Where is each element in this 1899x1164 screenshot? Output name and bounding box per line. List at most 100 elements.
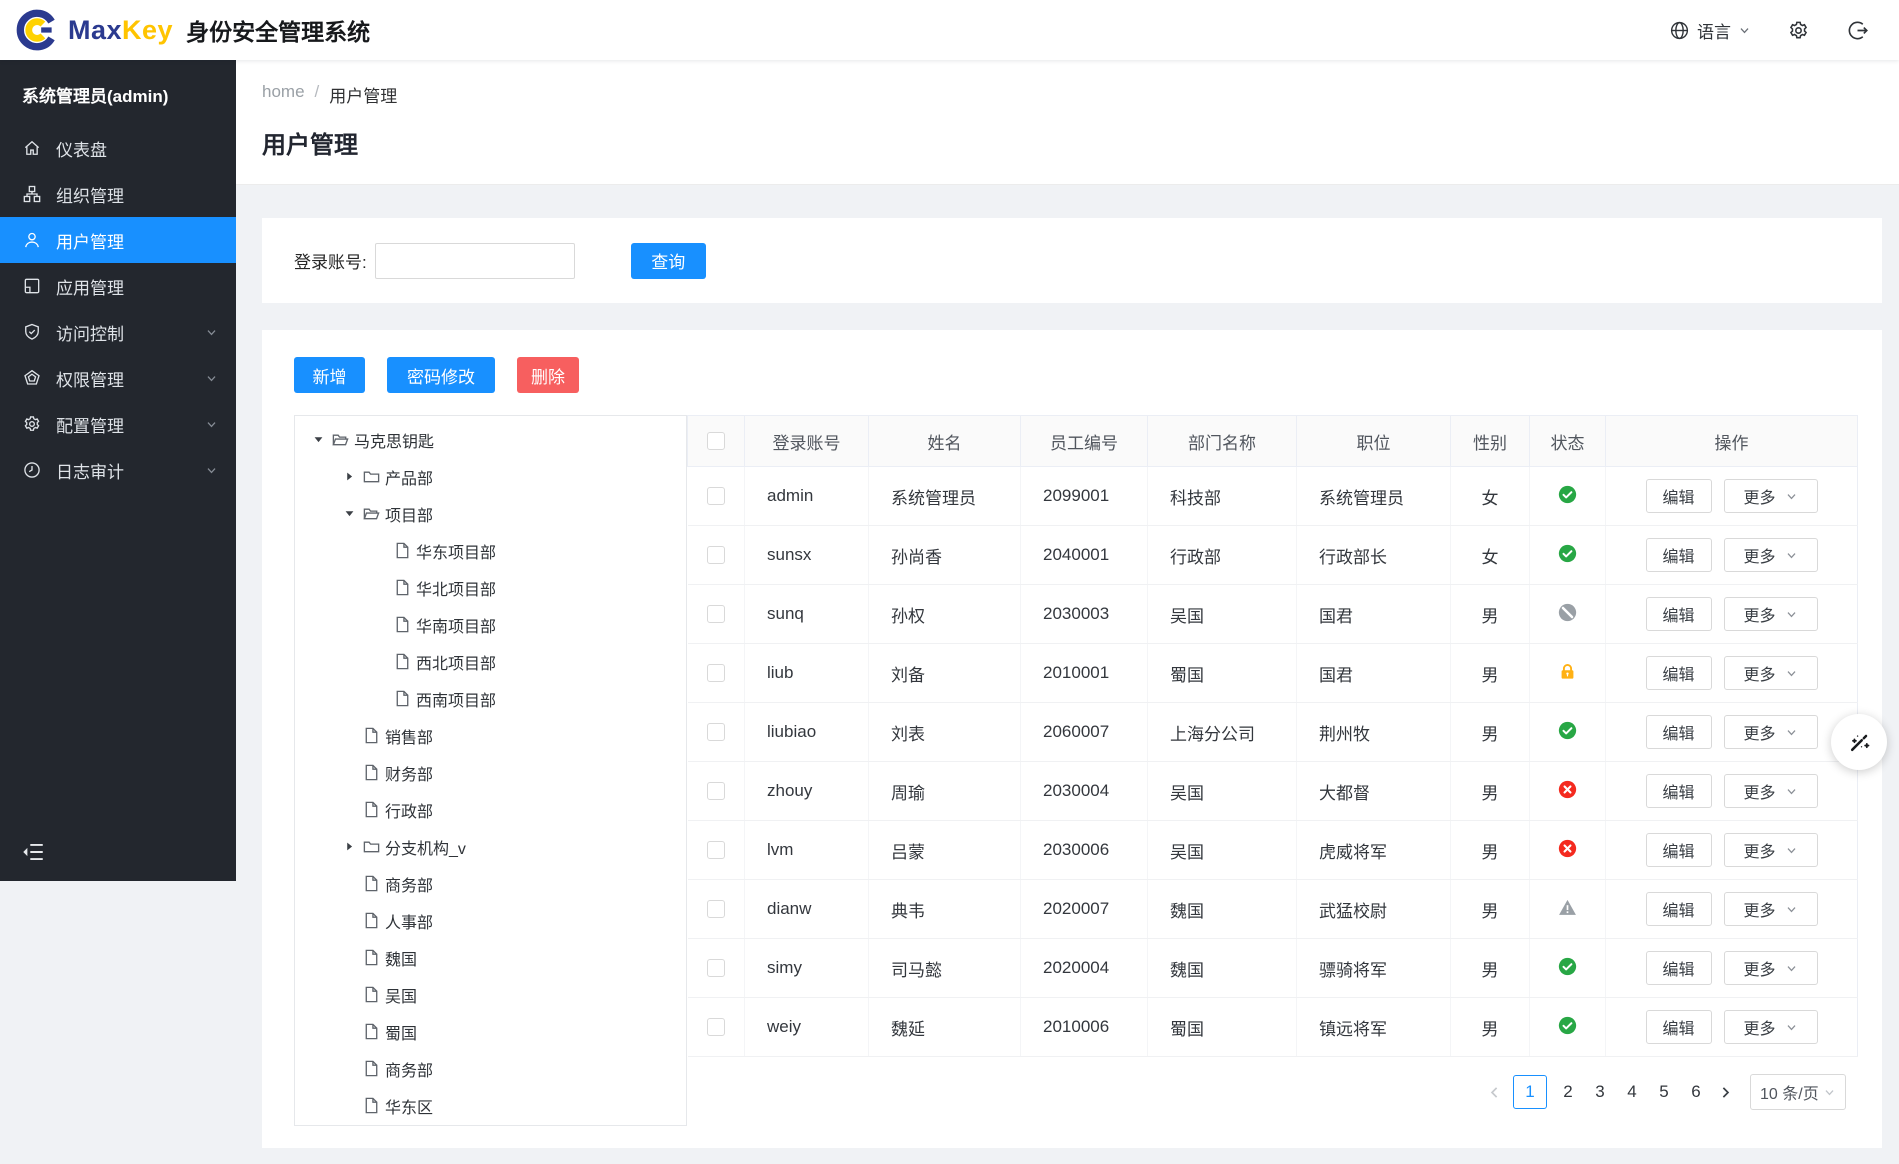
tree-node[interactable]: 华东区 bbox=[295, 1087, 686, 1124]
page-number-4[interactable]: 4 bbox=[1621, 1075, 1643, 1109]
caret-down-icon[interactable] bbox=[305, 433, 331, 447]
edit-button[interactable]: 编辑 bbox=[1645, 656, 1712, 690]
edit-button[interactable]: 编辑 bbox=[1645, 1010, 1712, 1044]
select-all-checkbox[interactable] bbox=[707, 432, 725, 450]
more-button[interactable]: 更多 bbox=[1723, 597, 1818, 631]
edit-button[interactable]: 编辑 bbox=[1645, 715, 1712, 749]
change-password-button[interactable]: 密码修改 bbox=[387, 357, 495, 393]
more-button[interactable]: 更多 bbox=[1723, 479, 1818, 513]
tree-caret[interactable] bbox=[336, 729, 362, 743]
row-checkbox[interactable] bbox=[706, 605, 725, 623]
tree-caret[interactable] bbox=[367, 618, 393, 632]
delete-button[interactable]: 删除 bbox=[517, 357, 579, 393]
page-number-2[interactable]: 2 bbox=[1557, 1075, 1579, 1109]
tree-node[interactable]: 分支机构_v bbox=[295, 828, 686, 865]
collapse-sidebar-button[interactable] bbox=[20, 839, 46, 865]
edit-button[interactable]: 编辑 bbox=[1645, 833, 1712, 867]
tree-caret[interactable] bbox=[336, 766, 362, 780]
tree-node[interactable]: 华北区 bbox=[295, 1124, 686, 1125]
sidebar-item-audit[interactable]: 日志审计 bbox=[0, 447, 236, 493]
more-button[interactable]: 更多 bbox=[1723, 892, 1818, 926]
row-checkbox[interactable] bbox=[706, 546, 725, 564]
settings-icon[interactable] bbox=[1787, 19, 1810, 42]
tree-caret[interactable] bbox=[367, 581, 393, 595]
page-number-3[interactable]: 3 bbox=[1589, 1075, 1611, 1109]
tree-caret[interactable] bbox=[336, 877, 362, 891]
edit-button[interactable]: 编辑 bbox=[1645, 951, 1712, 985]
row-checkbox[interactable] bbox=[706, 487, 725, 505]
tree-node[interactable]: 华北项目部 bbox=[295, 569, 686, 606]
sidebar-item-dashboard[interactable]: 仪表盘 bbox=[0, 125, 236, 171]
sidebar-item-organization[interactable]: 组织管理 bbox=[0, 171, 236, 217]
tree-node[interactable]: 蜀国 bbox=[295, 1013, 686, 1050]
tree-node[interactable]: 产品部 bbox=[295, 458, 686, 495]
next-page-button[interactable] bbox=[1717, 1084, 1734, 1101]
sidebar-item-users[interactable]: 用户管理 bbox=[0, 217, 236, 263]
more-button[interactable]: 更多 bbox=[1723, 774, 1818, 808]
tree-node[interactable]: 财务部 bbox=[295, 754, 686, 791]
caret-right-icon[interactable] bbox=[336, 470, 362, 484]
tree-caret[interactable] bbox=[367, 692, 393, 706]
more-button[interactable]: 更多 bbox=[1723, 951, 1818, 985]
add-button[interactable]: 新增 bbox=[294, 357, 365, 393]
cell-actions: 编辑 更多 bbox=[1606, 774, 1857, 808]
tree-node[interactable]: 西南项目部 bbox=[295, 680, 686, 717]
edit-button[interactable]: 编辑 bbox=[1645, 479, 1712, 513]
tree-node[interactable]: 马克思钥匙 bbox=[295, 421, 686, 458]
tree-node[interactable]: 销售部 bbox=[295, 717, 686, 754]
login-account-input[interactable] bbox=[374, 242, 575, 279]
tree-caret[interactable] bbox=[336, 988, 362, 1002]
tree-caret[interactable] bbox=[336, 1025, 362, 1039]
tree-node[interactable]: 项目部 bbox=[295, 495, 686, 532]
edit-button[interactable]: 编辑 bbox=[1645, 774, 1712, 808]
edit-button[interactable]: 编辑 bbox=[1645, 892, 1712, 926]
caret-down-icon[interactable] bbox=[336, 507, 362, 521]
tree-node[interactable]: 吴国 bbox=[295, 976, 686, 1013]
theme-wand-button[interactable] bbox=[1831, 714, 1887, 770]
tree-caret[interactable] bbox=[367, 544, 393, 558]
row-checkbox[interactable] bbox=[706, 900, 725, 918]
sidebar-item-permissions[interactable]: 权限管理 bbox=[0, 355, 236, 401]
tree-node[interactable]: 商务部 bbox=[295, 865, 686, 902]
row-checkbox[interactable] bbox=[706, 664, 725, 682]
edit-button[interactable]: 编辑 bbox=[1645, 597, 1712, 631]
sidebar-item-configuration[interactable]: 配置管理 bbox=[0, 401, 236, 447]
tree-node[interactable]: 西北项目部 bbox=[295, 643, 686, 680]
more-button[interactable]: 更多 bbox=[1723, 1010, 1818, 1044]
row-checkbox[interactable] bbox=[706, 782, 725, 800]
previous-page-button[interactable] bbox=[1486, 1084, 1503, 1101]
page-number-6[interactable]: 6 bbox=[1685, 1075, 1707, 1109]
tree-node[interactable]: 行政部 bbox=[295, 791, 686, 828]
tree-caret[interactable] bbox=[336, 914, 362, 928]
page-size-select[interactable]: 10 条/页 bbox=[1750, 1074, 1846, 1110]
more-button[interactable]: 更多 bbox=[1723, 833, 1818, 867]
query-button[interactable]: 查询 bbox=[630, 242, 706, 279]
logout-icon[interactable] bbox=[1846, 19, 1869, 42]
tree-caret[interactable] bbox=[336, 803, 362, 817]
tree-node[interactable]: 魏国 bbox=[295, 939, 686, 976]
row-checkbox[interactable] bbox=[706, 841, 725, 859]
sidebar-item-applications[interactable]: 应用管理 bbox=[0, 263, 236, 309]
sidebar-item-access-control[interactable]: 访问控制 bbox=[0, 309, 236, 355]
page-number-1[interactable]: 1 bbox=[1513, 1075, 1547, 1109]
more-button[interactable]: 更多 bbox=[1723, 538, 1818, 572]
row-checkbox[interactable] bbox=[706, 1018, 725, 1036]
more-button[interactable]: 更多 bbox=[1723, 656, 1818, 690]
tree-node[interactable]: 华东项目部 bbox=[295, 532, 686, 569]
edit-button[interactable]: 编辑 bbox=[1645, 538, 1712, 572]
tree-caret[interactable] bbox=[336, 951, 362, 965]
more-button[interactable]: 更多 bbox=[1723, 715, 1818, 749]
chevron-down-icon bbox=[1785, 844, 1798, 857]
tree-caret[interactable] bbox=[367, 655, 393, 669]
row-checkbox[interactable] bbox=[706, 723, 725, 741]
tree-caret[interactable] bbox=[336, 1062, 362, 1076]
page-number-5[interactable]: 5 bbox=[1653, 1075, 1675, 1109]
caret-right-icon[interactable] bbox=[336, 840, 362, 854]
tree-node[interactable]: 商务部 bbox=[295, 1050, 686, 1087]
tree-node[interactable]: 人事部 bbox=[295, 902, 686, 939]
language-menu[interactable]: 语言 bbox=[1669, 18, 1751, 43]
breadcrumb-home-link[interactable]: home bbox=[262, 82, 305, 107]
row-checkbox[interactable] bbox=[706, 959, 725, 977]
tree-caret[interactable] bbox=[336, 1099, 362, 1113]
tree-node[interactable]: 华南项目部 bbox=[295, 606, 686, 643]
